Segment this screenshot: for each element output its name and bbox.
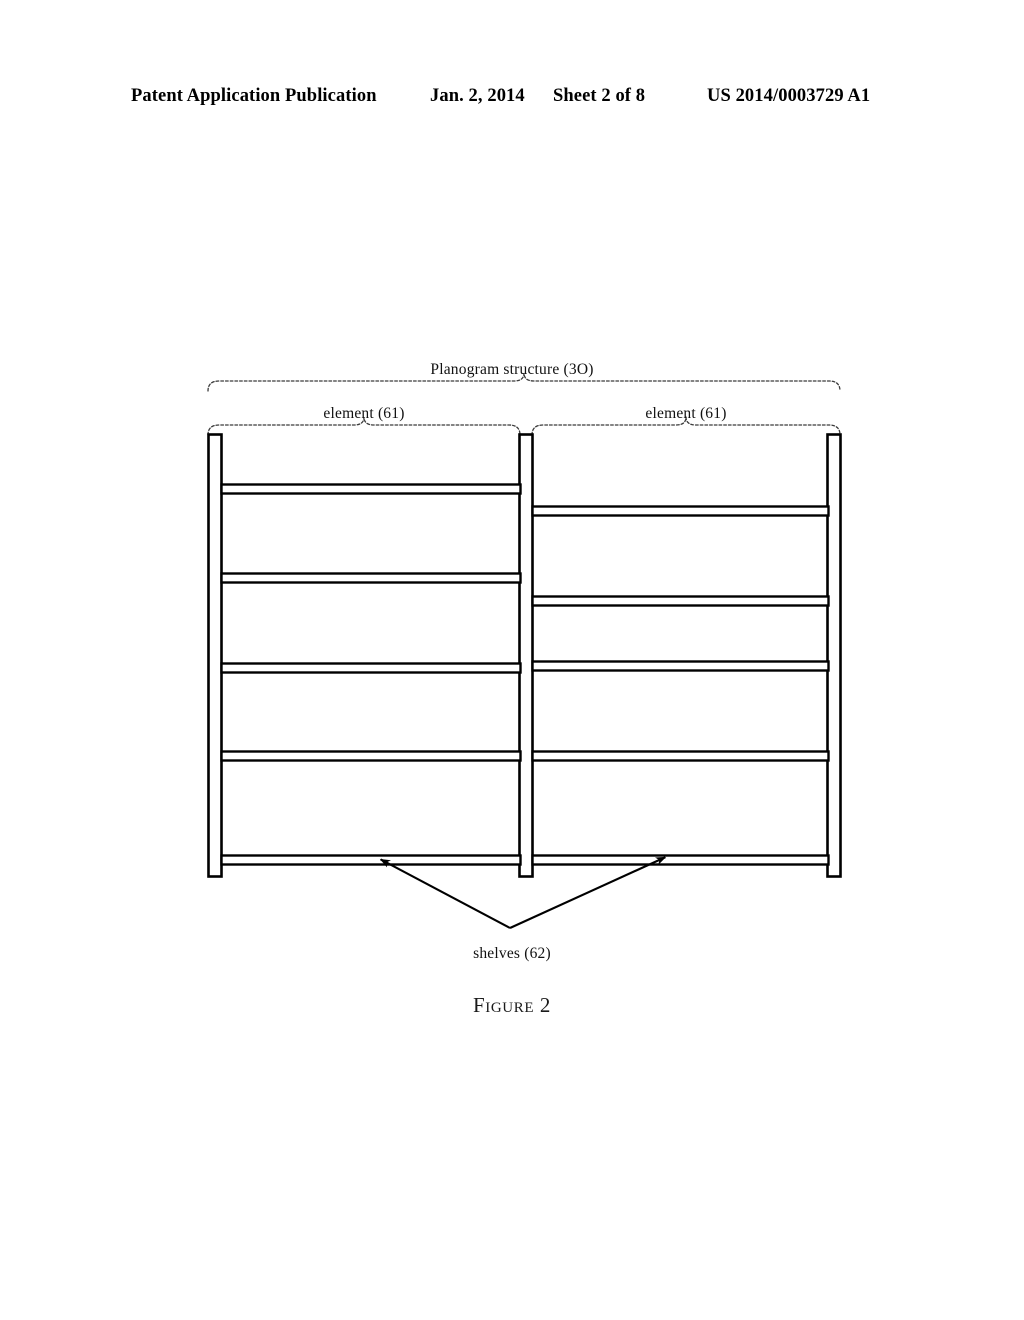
- shelves-left-group: [220, 483, 522, 866]
- label-planogram-structure: Planogram structure (3O): [430, 361, 594, 378]
- shelves-right-group: [531, 505, 830, 866]
- post-middle: [518, 433, 534, 878]
- label-element-right: element (61): [645, 405, 727, 422]
- brace-group: [207, 372, 841, 436]
- shelf-left-3: [220, 662, 522, 674]
- post-left: [207, 433, 223, 878]
- shelf-left-1: [220, 483, 522, 495]
- posts-group: [207, 433, 842, 878]
- figure-2-drawing: Planogram structure (3O) element (61) el…: [0, 0, 1024, 1320]
- shelf-right-2: [531, 595, 830, 607]
- shelf-left-4: [220, 750, 522, 762]
- label-shelves: shelves (62): [473, 945, 551, 962]
- post-right: [826, 433, 842, 878]
- shelf-right-5: [531, 854, 830, 866]
- shelf-right-1: [531, 505, 830, 517]
- figure-caption: Figure 2: [472, 993, 552, 1017]
- shelf-left-2: [220, 572, 522, 584]
- figure-vector-canvas: [207, 372, 842, 929]
- arrow-to-left-shelf: [379, 858, 511, 929]
- shelf-right-4: [531, 750, 830, 762]
- shelf-left-5: [220, 854, 522, 866]
- label-element-left: element (61): [323, 405, 405, 422]
- patent-page: Patent Application Publication Jan. 2, 2…: [0, 0, 1024, 1320]
- shelf-right-3: [531, 660, 830, 672]
